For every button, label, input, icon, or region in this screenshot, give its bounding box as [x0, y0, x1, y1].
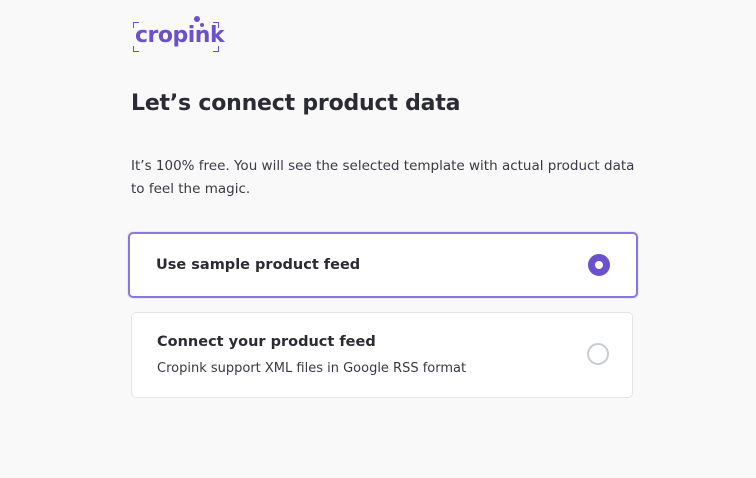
radio-selected-icon[interactable] — [588, 254, 610, 276]
option-subtitle: Cropink support XML files in Google RSS … — [157, 361, 467, 376]
option-title: Connect your product feed — [157, 334, 376, 350]
logo-wordmark: cropink — [135, 23, 225, 48]
page-title: Let’s connect product data — [131, 91, 461, 116]
option-connect-product-feed[interactable]: Connect your product feed Cropink suppor… — [131, 312, 633, 398]
option-title: Use sample product feed — [156, 257, 361, 273]
cropink-logo: cropink — [133, 14, 225, 54]
radio-unselected-icon[interactable] — [587, 343, 609, 365]
page-description: It’s 100% free. You will see the selecte… — [131, 158, 635, 197]
option-use-sample-feed[interactable]: Use sample product feed — [128, 232, 638, 298]
